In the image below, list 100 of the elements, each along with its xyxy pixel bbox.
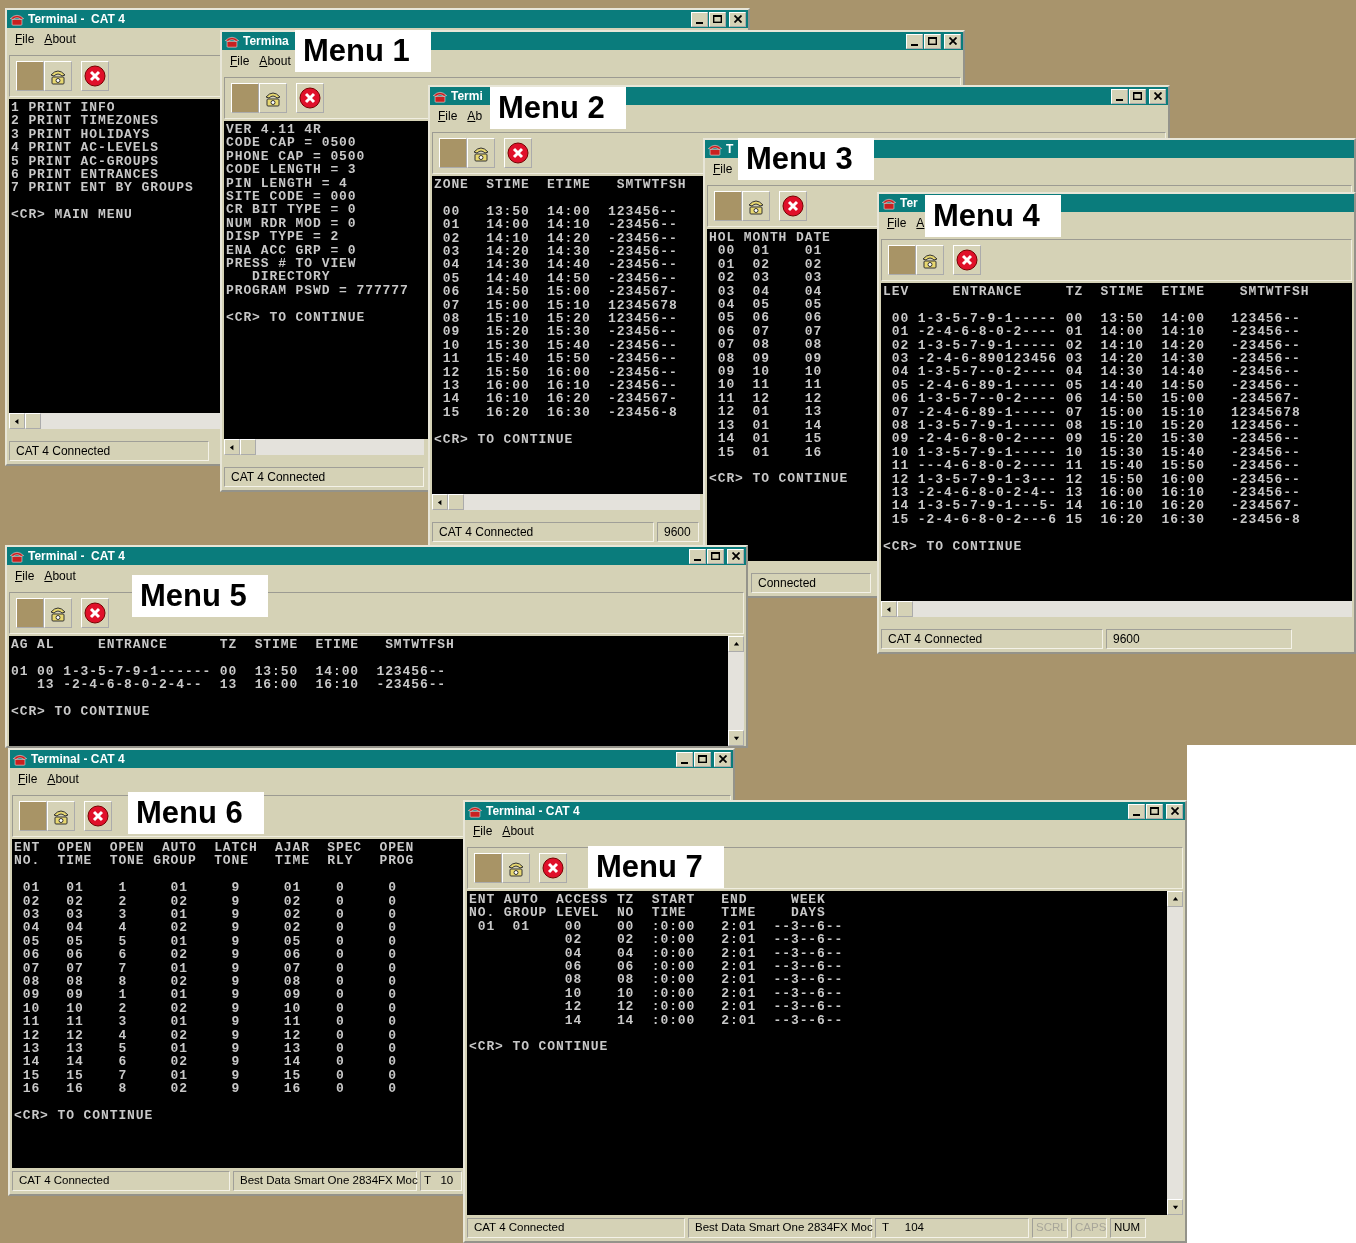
phone-button[interactable] (259, 83, 287, 113)
terminal-line: 5 PRINT AC-GROUPS (11, 154, 159, 169)
menu-item[interactable]: About (44, 32, 76, 46)
terminal-line: ENT OPEN OPEN AUTO LATCH AJAR SPEC OPEN (14, 841, 415, 855)
terminal-line: PROGRAM PSWD = 777777 (226, 283, 409, 298)
menu-item[interactable]: About (502, 824, 534, 838)
terminal-line: 00 1-3-5-7-9-1----- 00 13:50 14:00 123456-- (890, 311, 1301, 326)
scroll-up-button[interactable] (728, 636, 744, 652)
cancel-button[interactable] (296, 83, 324, 113)
horizontal-scrollbar[interactable] (881, 601, 1352, 617)
minimize-button[interactable] (691, 11, 708, 27)
cancel-button[interactable] (81, 61, 109, 91)
phone-button[interactable] (44, 61, 72, 91)
close-button[interactable] (944, 33, 961, 49)
terminal-line: PRESS # TO VIEW (226, 257, 357, 271)
close-icon (1153, 92, 1162, 100)
phone-button[interactable] (47, 801, 75, 831)
scroll-thumb[interactable] (25, 413, 41, 429)
menu-item[interactable]: File (230, 54, 250, 68)
terminal-line: 05 05 5 01 9 05 0 0 (21, 934, 397, 949)
menu-item[interactable]: About (44, 569, 76, 583)
minimize-button[interactable] (1111, 88, 1128, 104)
terminal-line: LEV ENTRANCE TZ STIME ETIME SMTWTFSH (883, 285, 1310, 299)
phone-icon (9, 12, 25, 26)
cancel-button[interactable] (539, 853, 567, 883)
horizontal-scrollbar[interactable] (432, 494, 700, 510)
terminal-line: 16 16 8 02 9 16 0 0 (21, 1082, 397, 1096)
menu-item[interactable]: About (259, 54, 291, 68)
maximize-button[interactable] (709, 11, 726, 27)
maximize-button[interactable] (707, 548, 724, 564)
cancel-button[interactable] (779, 191, 807, 221)
phone-button[interactable] (742, 191, 770, 221)
scroll-left-button[interactable] (224, 439, 240, 455)
menu-item[interactable]: About (47, 772, 79, 786)
maximize-button[interactable] (1146, 803, 1163, 819)
callout-label: Menu 6 (128, 792, 264, 834)
down-arrow-icon (1171, 1203, 1179, 1211)
terminal-line: 15 01 16 (716, 445, 823, 459)
callout-label: Menu 5 (132, 575, 268, 617)
terminal-line: 02 03 03 (716, 271, 823, 285)
menu-item[interactable]: File (18, 772, 38, 786)
phone-button[interactable] (467, 138, 495, 168)
cancel-button[interactable] (84, 801, 112, 831)
scroll-left-button[interactable] (881, 601, 897, 617)
callout-label: Menu 7 (588, 846, 724, 888)
scroll-down-button[interactable] (1167, 1199, 1183, 1215)
close-button[interactable] (1149, 88, 1166, 104)
scroll-down-button[interactable] (728, 730, 744, 746)
scroll-thumb[interactable] (448, 494, 464, 510)
terminal-line: <CR> TO CONTINUE (434, 432, 574, 447)
menu-item[interactable]: File (887, 216, 907, 230)
close-button[interactable] (1166, 803, 1183, 819)
menu-item[interactable]: File (438, 109, 458, 123)
menu-item[interactable]: Ab (467, 109, 483, 123)
window-title: Terminal - CAT 4 (486, 804, 580, 818)
terminal-line: 04 05 05 (716, 298, 823, 312)
menu-item[interactable]: File (15, 32, 35, 46)
menu-item[interactable]: File (473, 824, 493, 838)
close-button[interactable] (714, 751, 731, 767)
minimize-button[interactable] (1128, 803, 1145, 819)
maximize-button[interactable] (694, 751, 711, 767)
terminal-line: <CR> TO CONTINUE (226, 310, 366, 325)
terminal-line: <CR> TO CONTINUE (709, 472, 849, 486)
window-title: Ter (900, 196, 918, 210)
minimize-button[interactable] (689, 548, 706, 564)
vertical-scrollbar[interactable] (1167, 891, 1183, 1215)
terminal-line: 09 09 1 01 9 09 0 0 (21, 988, 397, 1002)
scroll-left-button[interactable] (432, 494, 448, 510)
window-title: Terminal - CAT 4 (28, 549, 125, 563)
maximize-button[interactable] (1129, 88, 1146, 104)
terminal-line: 14 14 :0:00 2:01 --3--6-- (563, 1013, 844, 1028)
status-field: T 10 (420, 1171, 462, 1191)
phone-button[interactable] (44, 598, 72, 628)
menu-item[interactable]: File (15, 569, 35, 583)
horizontal-scrollbar[interactable] (224, 439, 424, 455)
scroll-up-button[interactable] (1167, 891, 1183, 907)
close-button[interactable] (729, 11, 746, 27)
phone-button[interactable] (916, 245, 944, 275)
scroll-thumb[interactable] (240, 439, 256, 455)
close-button[interactable] (727, 548, 744, 564)
cancel-button[interactable] (504, 138, 532, 168)
horizontal-scrollbar[interactable] (9, 413, 221, 429)
terminal-line: 15 16:20 16:30 -23456-8 (441, 405, 678, 420)
scroll-left-button[interactable] (9, 413, 25, 429)
terminal-line: ENA ACC GRP = 0 (226, 243, 357, 258)
menu-item[interactable]: A (916, 216, 925, 230)
terminal-line: 13 01 14 (716, 418, 823, 433)
cancel-button[interactable] (953, 245, 981, 275)
maximize-button[interactable] (924, 33, 941, 49)
minimize-button[interactable] (906, 33, 923, 49)
up-arrow-icon (732, 640, 740, 648)
terminal-line: 04 04 :0:00 2:01 --3--6-- (563, 946, 844, 961)
minimize-button[interactable] (676, 751, 693, 767)
cancel-button[interactable] (81, 598, 109, 628)
phone-button[interactable] (502, 853, 530, 883)
terminal-line: 04 1-3-5-7--0-2---- 04 14:30 14:40 -23456-- (890, 365, 1301, 379)
scroll-thumb[interactable] (897, 601, 913, 617)
vertical-scrollbar[interactable] (728, 636, 744, 746)
status-field: CAT 4 Connected (432, 522, 654, 542)
menu-item[interactable]: File (713, 162, 733, 176)
